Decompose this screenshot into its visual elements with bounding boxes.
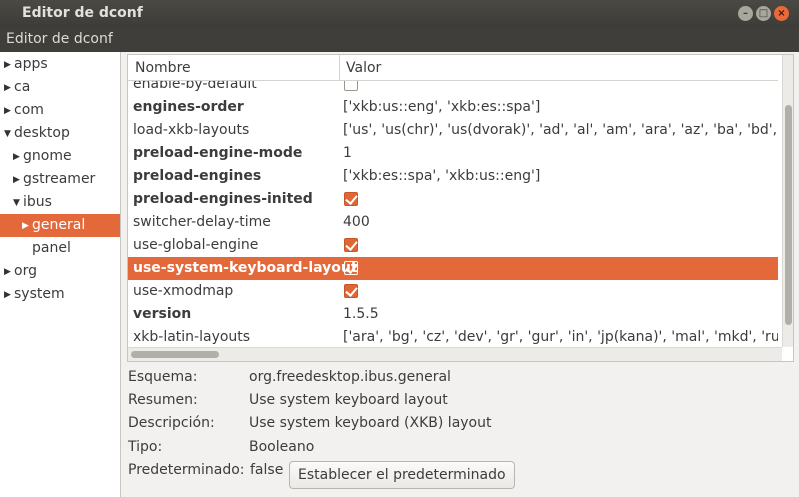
- window-titlebar[interactable]: Editor de dconf – □ ×: [0, 0, 799, 28]
- value-checkbox[interactable]: [344, 238, 358, 252]
- key-name: xkb-latin-layouts: [133, 329, 251, 345]
- key-name: enable-by-default: [133, 81, 257, 92]
- tree-item-panel[interactable]: panel: [32, 237, 71, 260]
- keys-table[interactable]: Nombre Valor enable-by-default engines-o…: [127, 54, 794, 362]
- horizontal-scrollbar-thumb[interactable]: [131, 351, 219, 358]
- key-value[interactable]: ['xkb:es::spa', 'xkb:us::eng']: [343, 165, 778, 188]
- table-row[interactable]: engines-order ['xkb:us::eng', 'xkb:es::s…: [128, 96, 778, 119]
- type-label: Tipo:: [128, 439, 163, 455]
- value-checkbox[interactable]: [344, 81, 358, 91]
- key-name: use-xmodmap: [133, 283, 234, 299]
- tree-item-label: desktop: [14, 125, 70, 141]
- expander-collapsed-icon[interactable]: ▶: [13, 146, 23, 169]
- minimize-icon[interactable]: –: [738, 6, 753, 21]
- table-row[interactable]: xkb-latin-layouts ['ara', 'bg', 'cz', 'd…: [128, 326, 778, 347]
- default-value: false: [250, 462, 284, 478]
- tree-item-com[interactable]: ▶ com: [4, 99, 44, 122]
- expander-collapsed-icon[interactable]: ▶: [4, 261, 14, 284]
- expander-collapsed-icon[interactable]: ▶: [4, 77, 14, 100]
- key-value[interactable]: 1.5.5: [343, 303, 778, 326]
- table-row-selected[interactable]: use-system-keyboard-layout: [128, 257, 778, 280]
- key-value[interactable]: ['us', 'us(chr)', 'us(dvorak)', 'ad', 'a…: [343, 119, 778, 142]
- type-value: Booleano: [249, 439, 315, 455]
- expander-collapsed-icon[interactable]: ▶: [4, 284, 14, 307]
- value-checkbox[interactable]: [344, 261, 358, 275]
- tree-item-org[interactable]: ▶ org: [4, 260, 37, 283]
- expander-expanded-icon[interactable]: ▼: [13, 192, 23, 215]
- tree-item-label: gnome: [23, 148, 72, 164]
- set-default-button[interactable]: Establecer el predeterminado: [289, 461, 515, 489]
- tree-item-ca[interactable]: ▶ ca: [4, 76, 30, 99]
- tree-item-label: ibus: [23, 194, 52, 210]
- summary-label: Resumen:: [128, 392, 198, 408]
- value-checkbox[interactable]: [344, 192, 358, 206]
- key-value[interactable]: 1: [343, 142, 778, 165]
- table-row[interactable]: preload-engine-mode 1: [128, 142, 778, 165]
- key-name: preload-engines: [133, 168, 262, 184]
- table-row[interactable]: preload-engines-inited: [128, 188, 778, 211]
- tree-item-desktop[interactable]: ▼ desktop: [4, 122, 70, 145]
- tree-item-general[interactable]: ▶ general: [0, 214, 120, 237]
- tree-item-label: general: [32, 217, 86, 233]
- tree-item-label: system: [14, 286, 65, 302]
- tree-item-label: apps: [14, 56, 48, 72]
- table-header: Nombre Valor: [128, 55, 778, 81]
- tree-item-apps[interactable]: ▶ apps: [4, 53, 48, 76]
- expander-collapsed-icon[interactable]: ▶: [13, 169, 23, 192]
- column-header-name[interactable]: Nombre: [128, 55, 340, 81]
- tree-item-label: org: [14, 263, 37, 279]
- tree-item-label: com: [14, 102, 44, 118]
- summary-value: Use system keyboard layout: [249, 392, 448, 408]
- description-value: Use system keyboard (XKB) layout: [249, 415, 492, 431]
- tree-item-label: panel: [32, 240, 71, 256]
- tree-item-ibus[interactable]: ▼ ibus: [13, 191, 52, 214]
- key-name: preload-engines-inited: [133, 191, 313, 207]
- maximize-icon[interactable]: □: [756, 6, 771, 21]
- table-row[interactable]: preload-engines ['xkb:es::spa', 'xkb:us:…: [128, 165, 778, 188]
- key-value[interactable]: ['ara', 'bg', 'cz', 'dev', 'gr', 'gur', …: [343, 326, 778, 347]
- key-name: use-global-engine: [133, 237, 259, 253]
- column-header-value[interactable]: Valor: [340, 55, 778, 81]
- expander-expanded-icon[interactable]: ▼: [4, 123, 14, 146]
- expander-collapsed-icon[interactable]: ▶: [22, 215, 32, 238]
- key-name: version: [133, 306, 192, 322]
- menubar: Editor de dconf: [0, 28, 799, 52]
- key-name: engines-order: [133, 99, 244, 115]
- key-name: preload-engine-mode: [133, 145, 303, 161]
- tree-item-label: gstreamer: [23, 171, 96, 187]
- table-row[interactable]: use-global-engine: [128, 234, 778, 257]
- table-row[interactable]: switcher-delay-time 400: [128, 211, 778, 234]
- tree-item-gnome[interactable]: ▶ gnome: [13, 145, 72, 168]
- tree-item-system[interactable]: ▶ system: [4, 283, 65, 306]
- key-value[interactable]: ['xkb:us::eng', 'xkb:es::spa']: [343, 96, 778, 119]
- table-row[interactable]: load-xkb-layouts ['us', 'us(chr)', 'us(d…: [128, 119, 778, 142]
- value-checkbox[interactable]: [344, 284, 358, 298]
- horizontal-scrollbar[interactable]: [128, 347, 782, 361]
- key-name: load-xkb-layouts: [133, 122, 250, 138]
- expander-collapsed-icon[interactable]: ▶: [4, 100, 14, 123]
- key-name: use-system-keyboard-layout: [133, 260, 358, 276]
- key-value[interactable]: 400: [343, 211, 778, 234]
- table-row[interactable]: enable-by-default: [128, 81, 778, 96]
- app-menu[interactable]: Editor de dconf: [6, 31, 113, 47]
- schema-label: Esquema:: [128, 369, 198, 385]
- vertical-scrollbar-thumb[interactable]: [785, 105, 792, 325]
- vertical-scrollbar[interactable]: [782, 55, 793, 347]
- table-body[interactable]: enable-by-default engines-order ['xkb:us…: [128, 81, 778, 347]
- tree-item-gstreamer[interactable]: ▶ gstreamer: [13, 168, 95, 191]
- expander-collapsed-icon[interactable]: ▶: [4, 54, 14, 77]
- close-icon[interactable]: ×: [774, 6, 789, 21]
- description-label: Descripción:: [128, 415, 215, 431]
- tree-item-label: ca: [14, 79, 31, 95]
- schema-value: org.freedesktop.ibus.general: [249, 369, 451, 385]
- table-row[interactable]: use-xmodmap: [128, 280, 778, 303]
- main-panel: Nombre Valor enable-by-default engines-o…: [122, 52, 799, 497]
- key-name: switcher-delay-time: [133, 214, 271, 230]
- default-label: Predeterminado:: [128, 462, 245, 478]
- window-title: Editor de dconf: [22, 5, 143, 21]
- table-row[interactable]: version 1.5.5: [128, 303, 778, 326]
- schema-tree[interactable]: ▶ apps ▶ ca ▶ com ▼ desktop ▶ gnome ▶ gstreame…: [0, 52, 121, 497]
